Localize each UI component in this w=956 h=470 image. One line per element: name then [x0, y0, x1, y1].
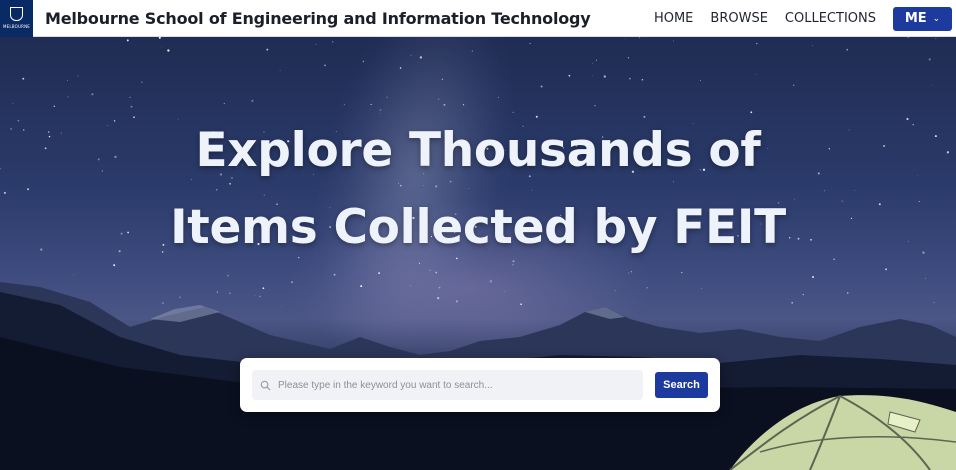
university-logo[interactable]: MELBOURNE: [0, 0, 33, 37]
logo-wordmark: MELBOURNE: [2, 24, 31, 29]
nav-browse[interactable]: BROWSE: [710, 11, 768, 26]
search-card: Search: [240, 358, 720, 412]
search-button[interactable]: Search: [655, 372, 708, 398]
account-menu-label: ME: [904, 11, 927, 26]
hero-banner: Explore Thousands of Items Collected by …: [0, 37, 956, 470]
search-icon: [260, 380, 271, 391]
hero-headline-line-2: Items Collected by FEIT: [170, 200, 786, 255]
search-field[interactable]: [252, 370, 643, 400]
hero-headline: Explore Thousands of Items Collected by …: [0, 112, 956, 266]
hero-headline-line-1: Explore Thousands of: [195, 123, 761, 178]
site-title[interactable]: Melbourne School of Engineering and Info…: [45, 9, 591, 28]
main-nav: HOME BROWSE COLLECTIONS ME ⌄: [654, 0, 956, 37]
account-menu-button[interactable]: ME ⌄: [893, 6, 952, 31]
nav-home[interactable]: HOME: [654, 11, 693, 26]
tent-image: [729, 395, 956, 470]
nav-collections[interactable]: COLLECTIONS: [785, 11, 876, 26]
search-input[interactable]: [278, 379, 638, 391]
chevron-down-icon: ⌄: [932, 13, 941, 24]
crest-icon: [10, 7, 23, 21]
top-navbar: MELBOURNE Melbourne School of Engineerin…: [0, 0, 956, 37]
